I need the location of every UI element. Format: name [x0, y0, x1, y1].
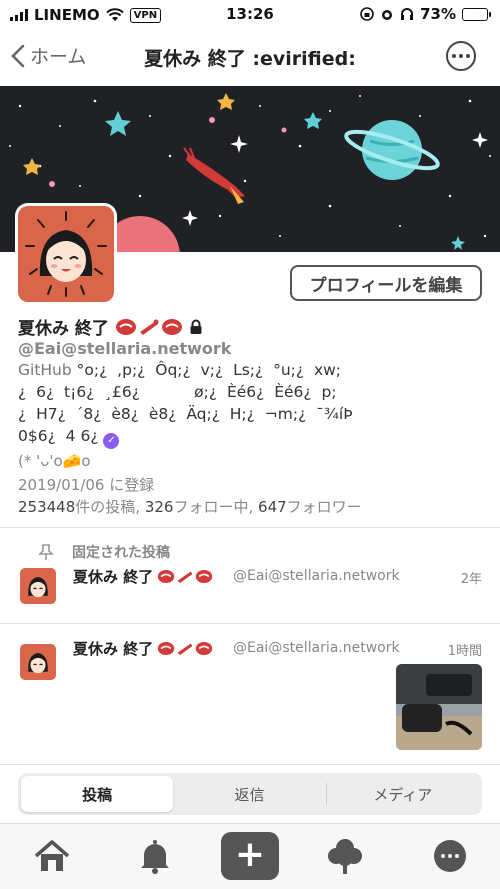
bio-line: ¿ 6¿ t¡6¿ ¸£6¿ ø;¿ Èé6¿ Èé6¿ p;	[18, 383, 337, 401]
profile-stats: 253448件の投稿, 326フォロー中, 647フォロワー	[18, 496, 362, 517]
profile-name-row: 夏休み 終了	[18, 314, 203, 339]
home-icon[interactable]	[30, 834, 74, 878]
lock-icon	[190, 319, 202, 334]
custom-emoji-icon	[158, 569, 175, 584]
custom-emoji-icon	[196, 569, 213, 584]
post-author: 夏休み 終了	[73, 566, 213, 587]
followers-label: フォロワー	[286, 498, 362, 516]
profile-handle[interactable]: @Eai@stellaria.network	[18, 339, 231, 358]
post-avatar[interactable]	[20, 568, 56, 604]
tab-posts[interactable]: 投稿	[21, 776, 174, 812]
more-options-button[interactable]	[446, 41, 476, 71]
bio-line: ¿ H7¿ ´8¿ è8¿ è8¿ Äq;¿ H;¿ ¬m;¿ ¯¾íÞ	[18, 405, 353, 423]
page-title: 夏休み 終了 :evirified:	[144, 48, 356, 70]
custom-emoji-badges	[115, 318, 183, 336]
posts-count[interactable]: 253448	[18, 498, 75, 516]
profile-avatar[interactable]	[18, 206, 114, 302]
battery-icon	[462, 7, 491, 21]
post-handle: @Eai@stellaria.network	[233, 568, 400, 584]
custom-emoji-icon	[161, 318, 182, 335]
custom-emoji-icon	[196, 641, 213, 656]
post-media-thumbnail[interactable]	[396, 664, 482, 750]
divider	[0, 623, 500, 624]
compose-button[interactable]: +	[221, 832, 279, 880]
nav-bar: ホーム 夏休み 終了 :evirified:	[0, 30, 500, 86]
followers-count[interactable]: 647	[258, 498, 287, 516]
status-bar: LINEMO VPN 13:26 73%	[0, 0, 500, 30]
back-button[interactable]: ホーム	[10, 42, 86, 69]
chevron-left-icon	[11, 44, 25, 67]
profile-kaomoji: (* 'ᴗ'o🧀o	[18, 452, 91, 470]
custom-emoji-icon	[177, 643, 193, 656]
custom-emoji-badges	[157, 569, 213, 584]
custom-emoji-icon	[177, 571, 193, 584]
back-label: ホーム	[30, 46, 87, 68]
display-name: 夏休み 終了	[18, 319, 109, 339]
bio-line: 0$6¿ 4 6¿	[18, 427, 99, 445]
post-time[interactable]: 2年	[461, 568, 482, 587]
more-icon[interactable]	[428, 834, 472, 878]
custom-emoji-icon	[158, 641, 175, 656]
post-author-name: 夏休み 終了	[73, 568, 154, 586]
avatar-face	[25, 211, 107, 297]
post-author-name: 夏休み 終了	[73, 640, 154, 658]
tab-replies[interactable]: 返信	[173, 776, 325, 812]
divider	[0, 527, 500, 528]
custom-emoji-badges	[157, 641, 213, 656]
bio-github-label[interactable]: GitHub	[18, 361, 72, 379]
pinned-header: 固定された投稿	[38, 542, 170, 562]
tab-media[interactable]: メディア	[327, 776, 479, 812]
post-avatar[interactable]	[20, 644, 56, 680]
profile-bio: GitHub °o;¿ ,p;¿ Ôq;¿ v;¿ Ls;¿ °u;¿ xw; …	[18, 359, 488, 449]
divider	[0, 764, 500, 765]
following-label: フォロー中,	[173, 498, 254, 516]
tree-icon[interactable]	[323, 834, 367, 878]
post-author: 夏休み 終了	[73, 638, 213, 659]
bio-line: °o;¿ ,p;¿ Ôq;¿ v;¿ Ls;¿ °u;¿ xw;	[71, 361, 342, 379]
verified-icon: ✓	[103, 433, 120, 449]
custom-emoji-icon	[139, 319, 159, 335]
battery-percent: 73%	[420, 5, 456, 23]
pinned-label: 固定された投稿	[72, 545, 170, 561]
post-handle: @Eai@stellaria.network	[233, 640, 400, 656]
bottom-nav: +	[0, 823, 500, 889]
screen-lock-icon	[360, 7, 374, 21]
alarm-icon	[382, 10, 393, 20]
edit-profile-button[interactable]: プロフィールを編集	[290, 265, 482, 301]
headphones-icon	[401, 8, 414, 20]
profile-tabs: 投稿 返信 メディア	[18, 773, 482, 815]
post-time[interactable]: 1時間	[448, 640, 482, 659]
pin-icon	[38, 544, 54, 560]
following-count[interactable]: 326	[145, 498, 174, 516]
join-date: 2019/01/06 に登録	[18, 476, 155, 494]
bell-icon[interactable]	[133, 834, 177, 878]
posts-label: 件の投稿,	[75, 498, 141, 516]
custom-emoji-icon	[115, 318, 136, 335]
